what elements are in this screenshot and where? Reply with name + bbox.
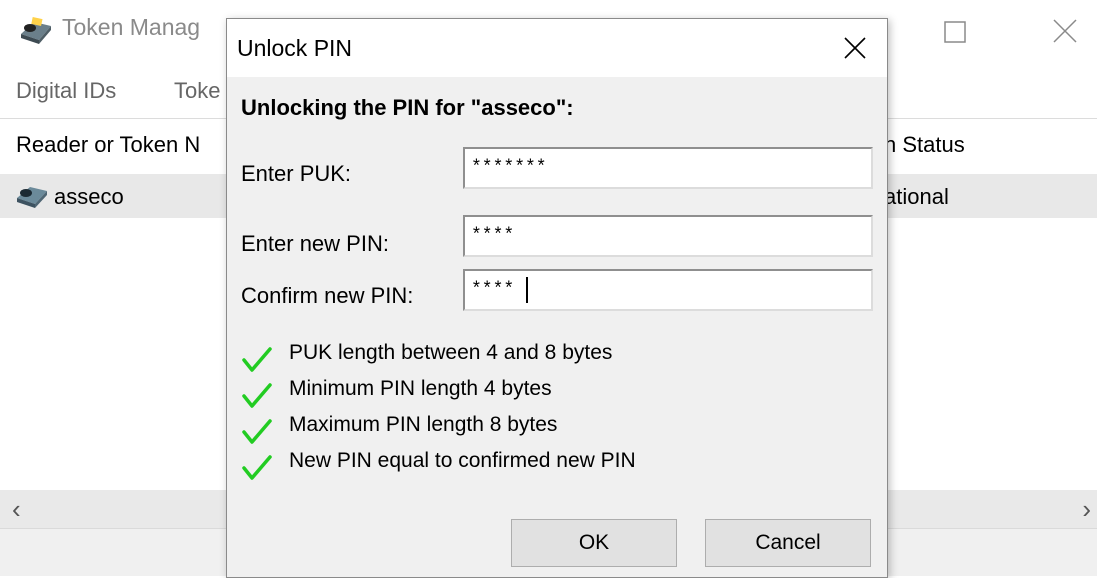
dialog-titlebar: Unlock PIN — [227, 19, 887, 77]
dialog-title: Unlock PIN — [237, 35, 353, 61]
check-icon — [241, 453, 273, 483]
cancel-button[interactable]: Cancel — [705, 519, 871, 567]
new-pin-label: Enter new PIN: — [241, 231, 389, 256]
check-icon — [241, 345, 273, 375]
rule-text: PUK length between 4 and 8 bytes — [289, 341, 613, 364]
rule-text: Minimum PIN length 4 bytes — [289, 377, 552, 400]
confirm-pin-input[interactable] — [463, 269, 873, 311]
scroll-right-icon[interactable]: › — [1082, 494, 1091, 525]
menu-digital-ids[interactable]: Digital IDs — [16, 78, 116, 104]
confirm-pin-label: Confirm new PIN: — [241, 283, 414, 308]
maximize-icon[interactable] — [930, 10, 980, 54]
column-header-reader[interactable]: Reader or Token N — [16, 132, 200, 158]
token-reader-icon — [14, 182, 50, 210]
unlock-pin-dialog: Unlock PIN Unlocking the PIN for "asseco… — [226, 18, 888, 578]
ok-button[interactable]: OK — [511, 519, 677, 567]
menu-token[interactable]: Toke — [174, 78, 220, 104]
rule-text: Maximum PIN length 8 bytes — [289, 413, 558, 436]
token-status: ational — [884, 184, 949, 209]
token-reader-icon — [18, 16, 54, 46]
puk-label: Enter PUK: — [241, 161, 352, 186]
token-name: asseco — [54, 184, 124, 209]
rule-text: New PIN equal to confirmed new PIN — [289, 449, 636, 472]
text-caret — [526, 277, 528, 303]
close-icon[interactable] — [833, 29, 877, 69]
check-icon — [241, 417, 273, 447]
new-pin-input[interactable] — [463, 215, 873, 257]
scroll-left-icon[interactable]: ‹ — [12, 494, 21, 525]
puk-input[interactable] — [463, 147, 873, 189]
main-window-title: Token Manag — [62, 14, 201, 40]
close-icon[interactable] — [1040, 10, 1090, 54]
dialog-heading: Unlocking the PIN for "asseco": — [241, 95, 574, 120]
check-icon — [241, 381, 273, 411]
column-header-status[interactable]: n Status — [884, 132, 965, 158]
